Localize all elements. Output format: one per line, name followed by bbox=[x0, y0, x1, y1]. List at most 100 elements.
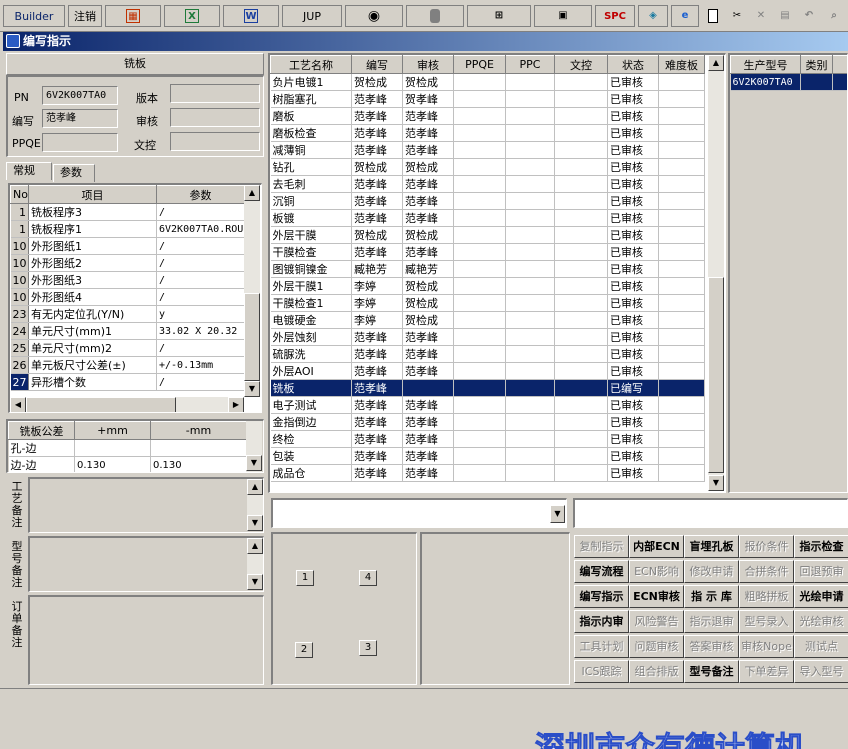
craft-note-vscroll[interactable]: ▲ ▼ bbox=[247, 479, 263, 531]
action-button[interactable]: 工具计划 bbox=[574, 635, 629, 658]
table-row[interactable]: 干膜检查 范孝峰 范孝峰 已审核 bbox=[270, 243, 705, 261]
scroll-down-icon[interactable]: ▼ bbox=[708, 475, 724, 491]
action-button[interactable]: 内部ECN bbox=[629, 535, 684, 558]
word-button[interactable]: W bbox=[223, 5, 279, 27]
number-button-1[interactable]: 1 bbox=[296, 570, 314, 586]
action-button[interactable]: ECN影响 bbox=[629, 560, 684, 583]
scroll-down-icon[interactable]: ▼ bbox=[247, 515, 263, 531]
scroll-thumb[interactable] bbox=[708, 277, 724, 473]
model-col-si[interactable]: SI bbox=[832, 55, 847, 74]
param-col-value[interactable]: 参数 bbox=[156, 185, 245, 204]
table-row[interactable]: 23 有无内定位孔(Y/N) y bbox=[10, 305, 245, 323]
process-col-header[interactable]: 难度板 bbox=[658, 55, 705, 74]
action-button[interactable]: 指示内审 bbox=[574, 610, 629, 633]
review-field[interactable] bbox=[170, 108, 260, 127]
action-button[interactable]: 问题审核 bbox=[629, 635, 684, 658]
model-note-vscroll[interactable]: ▲ ▼ bbox=[247, 538, 263, 590]
scroll-down-icon[interactable]: ▼ bbox=[246, 455, 262, 471]
table-row[interactable]: 电镀硬金 李婷 贺检成 已审核 bbox=[270, 311, 705, 329]
param-col-item[interactable]: 项目 bbox=[28, 185, 157, 204]
action-button[interactable]: 修改申请 bbox=[684, 560, 739, 583]
save-button[interactable]: ▤ bbox=[774, 5, 796, 27]
jup-button[interactable]: JUP bbox=[282, 5, 342, 27]
excel-button[interactable]: X bbox=[164, 5, 220, 27]
action-button[interactable]: 指示退审 bbox=[684, 610, 739, 633]
table-row[interactable]: 成品仓 范孝峰 范孝峰 已审核 bbox=[270, 464, 705, 482]
table-row[interactable]: 包装 范孝峰 范孝峰 已审核 bbox=[270, 447, 705, 465]
scroll-up-icon[interactable]: ▲ bbox=[247, 538, 263, 554]
action-button[interactable]: 导入型号 bbox=[794, 660, 848, 683]
table-row[interactable]: 负片电镀1 贺检成 贺检成 已审核 bbox=[270, 73, 705, 91]
table-row[interactable]: 干膜检查1 李婷 贺检成 已审核 bbox=[270, 294, 705, 312]
scroll-up-icon[interactable]: ▲ bbox=[247, 479, 263, 495]
table-row[interactable]: 钻孔 贺检成 贺检成 已审核 bbox=[270, 158, 705, 176]
table-row[interactable]: 10 外形图纸4/ bbox=[10, 288, 245, 306]
action-button[interactable]: 答案审核 bbox=[684, 635, 739, 658]
table-row[interactable]: 边-边 0.130 0.130 bbox=[8, 456, 247, 472]
action-button[interactable]: 盲埋孔板 bbox=[684, 535, 739, 558]
action-button[interactable]: 风险警告 bbox=[629, 610, 684, 633]
action-button[interactable]: 审核Nope bbox=[739, 635, 794, 658]
tol-col-plus[interactable]: +mm bbox=[74, 421, 151, 440]
process-col-header[interactable]: 工艺名称 bbox=[270, 55, 352, 74]
print-preview-button[interactable]: ⌕ bbox=[822, 5, 846, 27]
number-button-2[interactable]: 2 bbox=[295, 642, 313, 658]
cut-button[interactable]: ✂ bbox=[726, 5, 748, 27]
action-button[interactable]: 合拼条件 bbox=[739, 560, 794, 583]
table-row[interactable]: 硫脲洗 范孝峰 范孝峰 已审核 bbox=[270, 345, 705, 363]
table-row[interactable]: 去毛刺 范孝峰 范孝峰 已审核 bbox=[270, 175, 705, 193]
table-row[interactable]: 外层AOI 范孝峰 范孝峰 已审核 bbox=[270, 362, 705, 380]
table-row[interactable]: 终检 范孝峰 范孝峰 已审核 bbox=[270, 430, 705, 448]
model-note-field[interactable]: ▲ ▼ bbox=[28, 536, 264, 592]
table-row[interactable]: 1 铣板程序3/ bbox=[10, 203, 245, 221]
process-col-header[interactable]: 编写 bbox=[351, 55, 403, 74]
scroll-thumb[interactable] bbox=[244, 293, 260, 381]
action-button[interactable]: 复制指示 bbox=[574, 535, 629, 558]
action-button[interactable]: 报价条件 bbox=[739, 535, 794, 558]
action-button[interactable]: 光绘申请 bbox=[794, 585, 848, 608]
action-button[interactable]: 粗略拼板 bbox=[739, 585, 794, 608]
scroll-left-icon[interactable]: ◀ bbox=[10, 397, 26, 412]
table-row[interactable]: 电子测试 范孝峰 范孝峰 已审核 bbox=[270, 396, 705, 414]
tab-params[interactable]: 参数 bbox=[53, 164, 95, 182]
process-combo[interactable]: ▼ bbox=[271, 498, 567, 528]
computer-button[interactable]: ▣ bbox=[534, 5, 592, 27]
tab-general[interactable]: 常规 bbox=[6, 162, 52, 180]
ppqe-field[interactable] bbox=[42, 133, 118, 152]
tol-vscroll[interactable]: ▼ bbox=[246, 421, 262, 472]
version-field[interactable] bbox=[170, 84, 260, 103]
number-button-3[interactable]: 3 bbox=[359, 640, 377, 656]
builder-button[interactable]: Builder bbox=[3, 5, 65, 27]
number-button-4[interactable]: 4 bbox=[359, 570, 377, 586]
database-button[interactable] bbox=[406, 5, 464, 27]
table-row[interactable]: 24 单元尺寸(mm)1 33.02 X 20.32 bbox=[10, 322, 245, 340]
remark-input[interactable] bbox=[573, 498, 848, 528]
undo-button[interactable]: ↶ bbox=[798, 5, 820, 27]
process-col-header[interactable]: 审核 bbox=[402, 55, 454, 74]
scroll-down-icon[interactable]: ▼ bbox=[244, 381, 260, 397]
new-doc-button[interactable] bbox=[702, 5, 724, 27]
action-button[interactable]: 光绘审核 bbox=[794, 610, 848, 633]
table-row[interactable]: 图镀铜镍金 臧艳芳 臧艳芳 已审核 bbox=[270, 260, 705, 278]
action-button[interactable]: 测试点 bbox=[794, 635, 848, 658]
scroll-up-icon[interactable]: ▲ bbox=[244, 185, 260, 201]
order-note-field[interactable] bbox=[28, 595, 264, 685]
process-vscroll[interactable]: ▲ ▼ bbox=[708, 55, 724, 491]
param-hscroll[interactable]: ◀ ▶ bbox=[10, 397, 244, 412]
ie-button[interactable]: e bbox=[671, 5, 699, 27]
logout-button[interactable]: 注销 bbox=[68, 5, 102, 27]
hscroll-thumb[interactable] bbox=[26, 397, 176, 412]
model-col-number[interactable]: 生产型号 bbox=[730, 55, 801, 74]
table-row[interactable]: 磨板检查 范孝峰 范孝峰 已审核 bbox=[270, 124, 705, 142]
process-col-header[interactable]: PPQE bbox=[453, 55, 506, 74]
chevron-down-icon[interactable]: ▼ bbox=[550, 505, 565, 523]
table-row[interactable]: 铣板 范孝峰 已编写 bbox=[270, 379, 705, 397]
table-row[interactable]: 10 外形图纸2/ bbox=[10, 254, 245, 272]
table-row[interactable]: 外层蚀刻 范孝峰 范孝峰 已审核 bbox=[270, 328, 705, 346]
writer-field[interactable]: 范孝峰 bbox=[42, 109, 118, 128]
doc-control-field[interactable] bbox=[170, 132, 260, 151]
action-button[interactable]: 型号录入 bbox=[739, 610, 794, 633]
table-row[interactable]: 减薄铜 范孝峰 范孝峰 已审核 bbox=[270, 141, 705, 159]
pn-field[interactable]: 6V2K007TA0 bbox=[42, 86, 118, 105]
globe-button[interactable]: ◈ bbox=[638, 5, 668, 27]
